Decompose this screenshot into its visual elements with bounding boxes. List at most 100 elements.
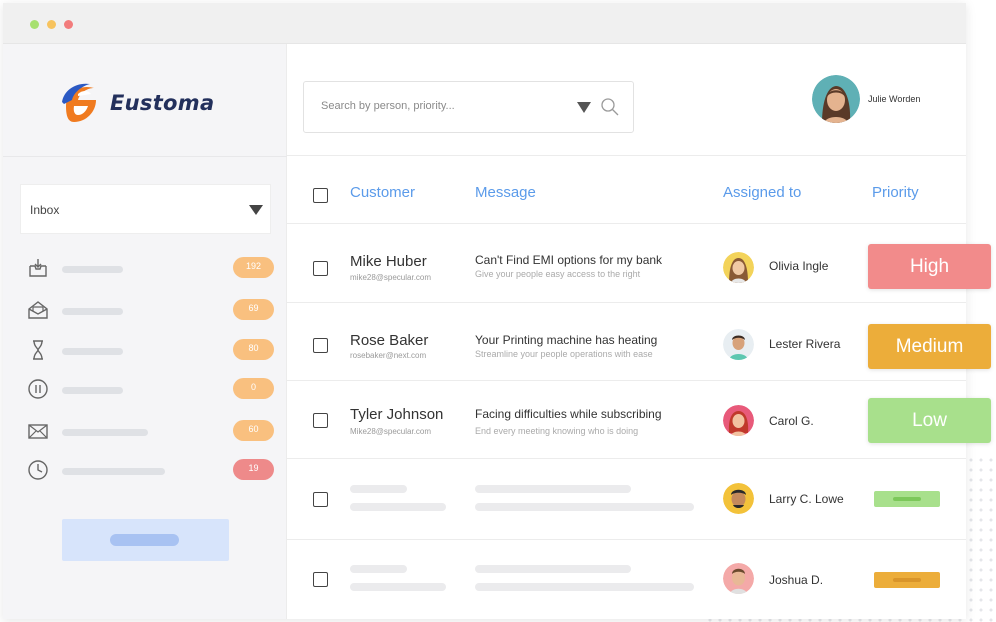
search-box[interactable]: Search by person, priority... bbox=[303, 81, 634, 133]
customer-email: rosebaker@next.com bbox=[350, 351, 427, 360]
message-placeholder bbox=[475, 565, 631, 573]
sidebar-item-open[interactable]: 69 bbox=[27, 299, 274, 323]
customer-email-placeholder bbox=[350, 503, 446, 511]
window-titlebar bbox=[3, 3, 966, 44]
user-avatar-image bbox=[812, 75, 860, 123]
sidebar-item-placeholder bbox=[62, 348, 123, 355]
top-bar: Search by person, priority... Julie Word… bbox=[287, 44, 966, 156]
row-checkbox[interactable] bbox=[313, 572, 328, 587]
message-subject: Your Printing machine has heating bbox=[475, 333, 658, 347]
ticket-table: Customer Message Assigned to Priority Mi… bbox=[287, 156, 991, 619]
customer-email-placeholder bbox=[350, 583, 446, 591]
window-close-dot[interactable] bbox=[64, 20, 73, 29]
sidebar-item-placeholder bbox=[62, 429, 148, 436]
priority-badge-placeholder[interactable] bbox=[874, 491, 940, 507]
assignee-name: Lester Rivera bbox=[769, 337, 841, 351]
count-badge: 19 bbox=[233, 459, 274, 480]
assignee-avatar-image bbox=[723, 329, 754, 360]
app-window: Eustoma Inbox 192 69 80 0 60 19 Search b… bbox=[3, 3, 991, 619]
table-row[interactable]: Rose Baker rosebaker@next.com Your Print… bbox=[287, 303, 991, 381]
decorative-dots-right bbox=[966, 455, 996, 622]
assignee-avatar-image bbox=[723, 252, 754, 283]
priority-badge[interactable]: High bbox=[868, 244, 991, 289]
window-minimize-dot[interactable] bbox=[47, 20, 56, 29]
count-badge: 60 bbox=[233, 420, 274, 441]
customer-name: Mike Huber bbox=[350, 253, 427, 270]
sidebar-item-mail[interactable]: 60 bbox=[27, 420, 274, 444]
message-subject: Facing difficulties while subscribing bbox=[475, 407, 662, 421]
brand-logo[interactable]: Eustoma bbox=[58, 82, 214, 124]
user-name: Julie Worden bbox=[868, 94, 921, 104]
row-checkbox[interactable] bbox=[313, 338, 328, 353]
assignee-avatar-image bbox=[723, 405, 754, 436]
assignee-avatar-image bbox=[723, 563, 754, 594]
chevron-down-icon[interactable] bbox=[577, 102, 591, 113]
message-preview: Streamline your people operations with e… bbox=[475, 349, 653, 359]
count-badge: 192 bbox=[233, 257, 274, 278]
column-header-priority[interactable]: Priority bbox=[872, 184, 919, 201]
window-maximize-dot[interactable] bbox=[30, 20, 39, 29]
customer-name: Tyler Johnson bbox=[350, 406, 444, 423]
sidebar-item-placeholder bbox=[62, 468, 165, 475]
eustoma-e-logo bbox=[62, 83, 96, 122]
message-subject: Can't Find EMI options for my bank bbox=[475, 253, 663, 267]
assignee-avatar-image bbox=[723, 483, 754, 514]
avatar[interactable] bbox=[812, 75, 860, 123]
sidebar-item-paused[interactable]: 0 bbox=[27, 378, 274, 402]
customer-name-placeholder bbox=[350, 565, 407, 573]
priority-badge[interactable]: Low bbox=[868, 398, 991, 443]
sidebar-item-inbox[interactable]: 192 bbox=[27, 257, 274, 281]
priority-badge[interactable]: Medium bbox=[868, 324, 991, 369]
row-checkbox[interactable] bbox=[313, 261, 328, 276]
sidebar-item-placeholder bbox=[62, 266, 123, 273]
priority-badge-placeholder[interactable] bbox=[874, 572, 940, 588]
compose-button-placeholder bbox=[110, 534, 179, 546]
count-badge: 69 bbox=[233, 299, 274, 320]
customer-email: Mike28@specular.com bbox=[350, 427, 432, 436]
sidebar-item-placeholder bbox=[62, 308, 123, 315]
envelope-icon bbox=[28, 424, 48, 439]
assignee-name: Carol G. bbox=[769, 414, 814, 428]
sidebar: Eustoma Inbox 192 69 80 0 60 19 bbox=[3, 44, 287, 619]
pause-circle-icon bbox=[28, 379, 48, 399]
sidebar-item-pending[interactable]: 80 bbox=[27, 339, 274, 363]
inbox-dropdown[interactable]: Inbox bbox=[20, 184, 271, 234]
customer-name-placeholder bbox=[350, 485, 407, 493]
table-row[interactable]: Mike Huber mike28@specular.com Can't Fin… bbox=[287, 224, 991, 303]
inbox-dropdown-label: Inbox bbox=[30, 203, 60, 217]
search-icon[interactable] bbox=[600, 97, 620, 117]
avatar bbox=[723, 252, 754, 283]
message-preview: Give your people easy access to the righ… bbox=[475, 269, 641, 279]
select-all-checkbox[interactable] bbox=[313, 188, 328, 203]
column-header-customer[interactable]: Customer bbox=[350, 184, 415, 201]
hourglass-icon bbox=[33, 340, 43, 360]
page: Eustoma Inbox 192 69 80 0 60 19 Search b… bbox=[0, 0, 996, 622]
row-checkbox[interactable] bbox=[313, 413, 328, 428]
clock-icon bbox=[28, 460, 48, 480]
assignee-name: Larry C. Lowe bbox=[769, 492, 844, 506]
message-preview-placeholder bbox=[475, 503, 694, 511]
table-row[interactable]: Tyler Johnson Mike28@specular.com Facing… bbox=[287, 381, 991, 459]
avatar bbox=[723, 483, 754, 514]
customer-email: mike28@specular.com bbox=[350, 273, 432, 282]
column-header-assigned[interactable]: Assigned to bbox=[723, 184, 801, 201]
customer-name: Rose Baker bbox=[350, 332, 429, 349]
avatar bbox=[723, 563, 754, 594]
inbox-download-icon bbox=[29, 259, 47, 277]
table-row[interactable]: Joshua D. bbox=[287, 540, 966, 619]
row-checkbox[interactable] bbox=[313, 492, 328, 507]
open-envelope-icon bbox=[28, 301, 48, 319]
message-placeholder bbox=[475, 485, 631, 493]
sidebar-item-history[interactable]: 19 bbox=[27, 459, 274, 483]
column-header-message[interactable]: Message bbox=[475, 184, 536, 201]
count-badge: 80 bbox=[233, 339, 274, 360]
avatar bbox=[723, 329, 754, 360]
avatar bbox=[723, 405, 754, 436]
search-input[interactable]: Search by person, priority... bbox=[321, 100, 455, 112]
sidebar-item-placeholder bbox=[62, 387, 123, 394]
message-preview: End every meeting knowing who is doing bbox=[475, 426, 639, 436]
table-header: Customer Message Assigned to Priority bbox=[287, 156, 966, 224]
table-row[interactable]: Larry C. Lowe bbox=[287, 459, 966, 540]
assignee-name: Joshua D. bbox=[769, 573, 824, 587]
compose-button[interactable] bbox=[62, 519, 229, 561]
